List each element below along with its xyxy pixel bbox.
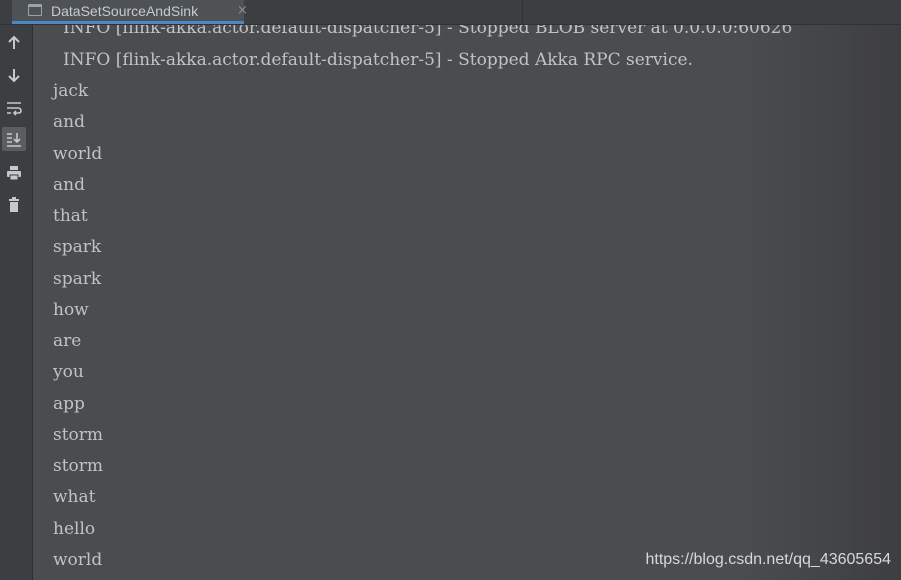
output-line: world [53, 144, 103, 164]
output-line: that [53, 206, 88, 226]
edge-shadow [741, 25, 901, 580]
output-line: jack [53, 81, 89, 101]
down-arrow-icon[interactable] [2, 63, 26, 87]
output-line: are [53, 331, 82, 351]
log-line: INFO [flink-akka.actor.default-dispatche… [63, 50, 693, 70]
output-line: you [53, 362, 84, 382]
output-line: storm [53, 456, 104, 476]
output-line: how [53, 300, 89, 320]
console-window-icon [28, 4, 42, 16]
trash-icon[interactable] [2, 193, 26, 217]
output-line: spark [53, 237, 102, 257]
output-line: world [53, 550, 103, 570]
console-toolbar [0, 25, 33, 580]
output-line: what [53, 487, 96, 507]
output-line: hello [53, 519, 96, 539]
output-line: app [53, 394, 85, 414]
csdn-watermark: https://blog.csdn.net/qq_43605654 [645, 551, 891, 568]
tab-datasetsourceandsink[interactable]: DataSetSourceAndSink × [12, 0, 248, 24]
soft-wrap-icon[interactable] [2, 96, 26, 120]
run-tab-bar: DataSetSourceAndSink × [0, 0, 901, 25]
print-icon[interactable] [2, 161, 26, 185]
tab-bar-divider [522, 0, 523, 24]
output-line: and [53, 175, 85, 195]
tab-title: DataSetSourceAndSink [51, 3, 199, 19]
ide-run-window: DataSetSourceAndSink × INFO [flink-akka.… [0, 0, 901, 580]
console-output[interactable]: INFO [flink-akka.actor.default-dispatche… [33, 25, 901, 580]
close-icon[interactable]: × [237, 2, 248, 20]
log-line: INFO [flink-akka.actor.default-dispatche… [63, 25, 793, 38]
scroll-to-end-icon[interactable] [2, 127, 26, 151]
output-line: spark [53, 269, 102, 289]
output-line: storm [53, 425, 104, 445]
up-arrow-icon[interactable] [2, 31, 26, 55]
output-line: and [53, 112, 85, 132]
